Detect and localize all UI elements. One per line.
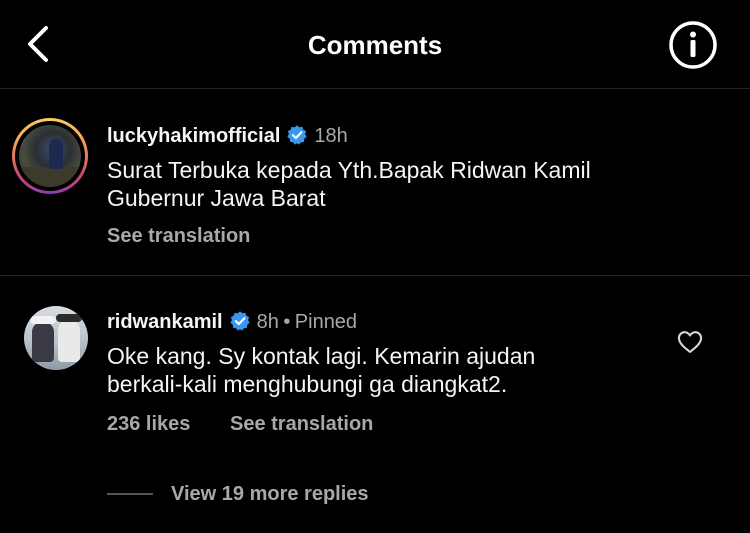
username[interactable]: luckyhakimofficial xyxy=(107,125,280,147)
caption-header: luckyhakimofficial 18h xyxy=(107,124,348,148)
comment-text: Oke kang. Sy kontak lagi. Kemarin ajudan… xyxy=(107,343,536,397)
separator-dot: • xyxy=(283,311,291,333)
info-icon[interactable] xyxy=(668,20,718,70)
heart-icon[interactable] xyxy=(676,328,704,356)
replies-divider xyxy=(107,493,153,495)
view-replies-button[interactable]: View 19 more replies xyxy=(171,483,369,506)
timestamp: 18h xyxy=(314,125,348,147)
caption-text: Surat Terbuka kepada Yth.Bapak Ridwan Ka… xyxy=(107,157,591,211)
avatar[interactable] xyxy=(24,306,88,370)
header-bar: Comments xyxy=(0,0,750,89)
see-translation-link[interactable]: See translation xyxy=(230,413,373,436)
timestamp: 8h xyxy=(256,311,279,333)
avatar xyxy=(19,125,81,187)
verified-badge-icon xyxy=(287,125,308,145)
username[interactable]: ridwankamil xyxy=(107,311,223,333)
likes-count[interactable]: 236 likes xyxy=(107,413,190,436)
see-translation-link[interactable]: See translation xyxy=(107,225,250,248)
verified-badge-icon xyxy=(229,311,250,331)
page-title: Comments xyxy=(307,30,443,60)
story-ring-avatar[interactable] xyxy=(12,118,88,194)
pinned-label: Pinned xyxy=(294,311,358,333)
comment-header: ridwankamil 8h • Pinned xyxy=(107,310,357,334)
